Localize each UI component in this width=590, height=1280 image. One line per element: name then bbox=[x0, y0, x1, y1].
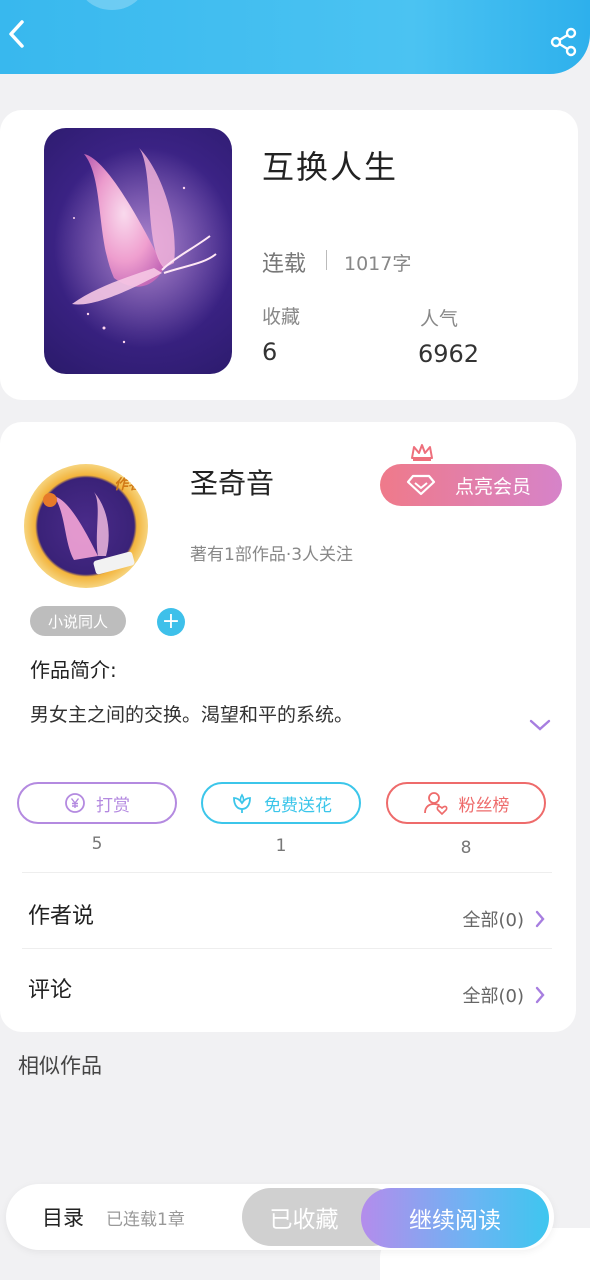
header-decoration bbox=[80, 0, 144, 10]
fan-ranking-label: 粉丝榜 bbox=[458, 795, 510, 816]
popularity-value: 6962 bbox=[418, 340, 480, 368]
book-cover-image bbox=[44, 128, 232, 374]
send-flower-button[interactable]: 免费送花 bbox=[201, 782, 361, 824]
tip-button[interactable]: 打赏 bbox=[17, 782, 177, 824]
diamond-icon bbox=[406, 474, 436, 496]
crown-icon bbox=[411, 444, 433, 461]
author-says-count: 全部(0) bbox=[462, 910, 525, 931]
comments-count: 全部(0) bbox=[462, 986, 525, 1007]
intro-text: 男女主之间的交换。渴望和平的系统。 bbox=[30, 704, 354, 726]
author-name[interactable]: 圣奇音 bbox=[190, 462, 274, 502]
popularity-label: 人气 bbox=[420, 308, 459, 330]
fan-count: 8 bbox=[460, 838, 472, 858]
author-meta: 著有1部作品·3人关注 bbox=[190, 545, 354, 565]
comments-title: 评论 bbox=[28, 978, 73, 1003]
activate-vip-button[interactable]: 点亮会员 bbox=[380, 464, 562, 506]
section-divider bbox=[22, 872, 552, 873]
chevron-right-icon bbox=[535, 986, 545, 1004]
book-word-count: 1017字 bbox=[344, 253, 412, 275]
author-info-card: 作者 圣奇音 著有1部作品·3人关注 点亮会员 小说同人 + 作品简介: 男女主… bbox=[0, 422, 576, 1032]
top-nav-bar bbox=[0, 0, 590, 74]
status-divider bbox=[326, 250, 327, 270]
table-of-contents-button[interactable]: 目录 bbox=[42, 1202, 84, 1232]
section-divider bbox=[22, 948, 552, 949]
book-title: 互换人生 bbox=[262, 148, 399, 186]
chevron-down-icon[interactable] bbox=[528, 718, 552, 732]
tip-label: 打赏 bbox=[96, 795, 130, 816]
vip-button-label: 点亮会员 bbox=[454, 475, 531, 498]
chapter-count: 已连载1章 bbox=[106, 1210, 185, 1230]
comments-all-link[interactable]: 全部(0) bbox=[463, 982, 547, 1008]
fan-ranking-button[interactable]: 粉丝榜 bbox=[386, 782, 546, 824]
yen-coin-icon bbox=[65, 793, 85, 813]
author-says-all-link[interactable]: 全部(0) bbox=[463, 906, 547, 932]
favorites-label: 收藏 bbox=[262, 306, 301, 328]
genre-tag[interactable]: 小说同人 bbox=[30, 606, 126, 636]
book-info-card: 互换人生 连载 1017字 收藏 6 人气 6962 bbox=[0, 110, 578, 400]
chevron-left-icon bbox=[9, 20, 24, 48]
fan-user-icon bbox=[423, 792, 447, 816]
tip-count: 5 bbox=[91, 834, 103, 854]
author-avatar[interactable]: 作者 bbox=[24, 464, 148, 588]
flower-icon bbox=[233, 793, 251, 813]
back-button[interactable] bbox=[2, 16, 30, 52]
butterfly-illustration bbox=[54, 148, 232, 348]
favorites-value: 6 bbox=[262, 338, 278, 366]
flower-count: 1 bbox=[275, 836, 287, 856]
intro-title: 作品简介: bbox=[30, 658, 117, 682]
chevron-right-icon bbox=[535, 910, 545, 928]
send-flower-label: 免费送花 bbox=[264, 795, 332, 816]
author-says-title: 作者说 bbox=[28, 904, 95, 929]
similar-works-title: 相似作品 bbox=[18, 1054, 102, 1078]
author-badge: 作者 bbox=[114, 477, 142, 493]
continue-reading-button[interactable]: 继续阅读 bbox=[361, 1188, 549, 1248]
book-status: 连载 bbox=[262, 252, 307, 277]
add-tag-button[interactable]: + bbox=[157, 608, 185, 636]
share-button[interactable] bbox=[546, 24, 582, 60]
share-icon bbox=[550, 27, 577, 57]
